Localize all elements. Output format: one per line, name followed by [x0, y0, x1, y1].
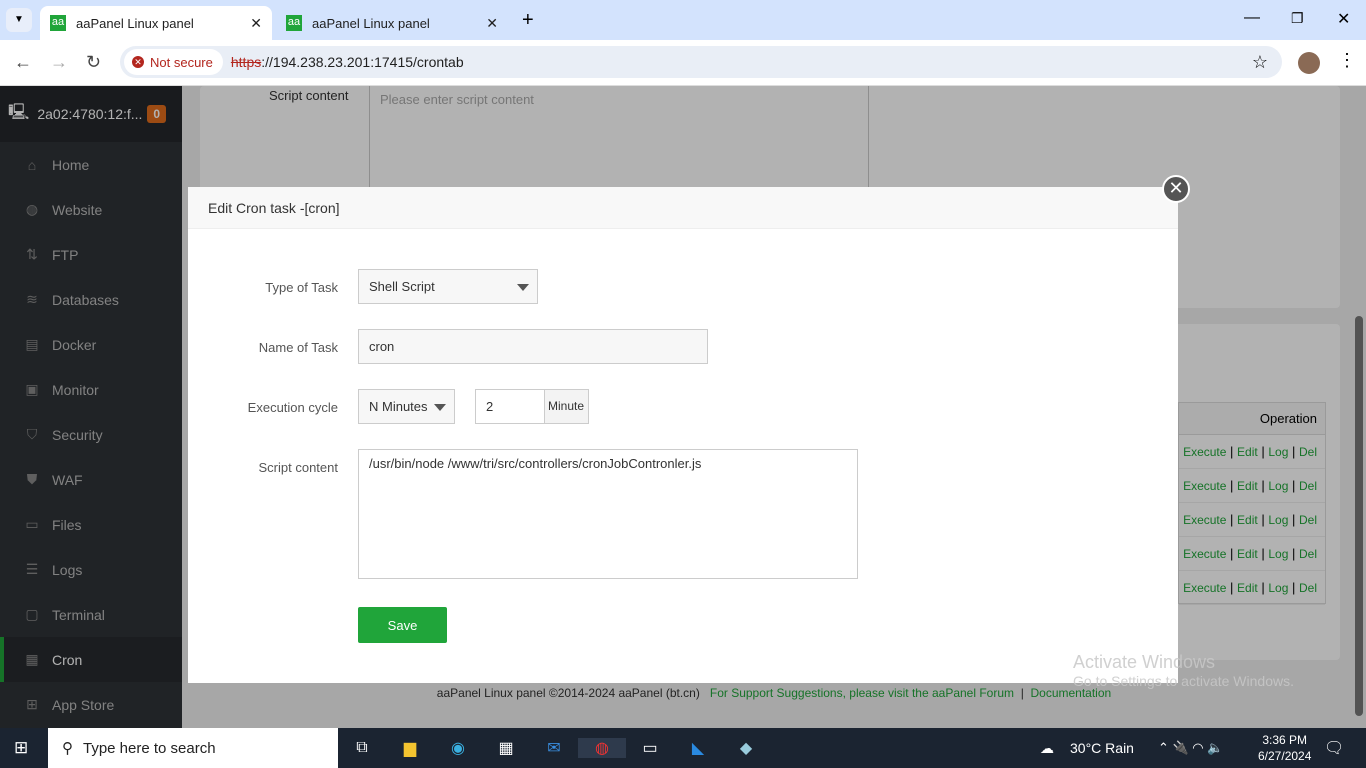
watermark-line2: Go to Settings to activate Windows. [1073, 673, 1294, 689]
activate-windows-watermark: Activate Windows Go to Settings to activa… [1073, 652, 1294, 689]
type-label: Type of Task [265, 280, 338, 295]
warning-icon: ✕ [132, 56, 144, 68]
weather-text[interactable]: 30°C Rain [1070, 740, 1134, 756]
window-close-icon[interactable]: ✕ [1337, 9, 1350, 29]
cycle-label: Execution cycle [247, 400, 338, 415]
date: 6/27/2024 [1258, 749, 1312, 763]
url-path: ://194.238.23.201:17415/crontab [261, 54, 464, 70]
search-icon: ⚲ [62, 740, 73, 757]
time: 3:36 PM [1262, 733, 1308, 747]
task-view-icon[interactable]: ⧉ [338, 739, 386, 757]
taskbar: ⊞ ⚲ Type here to search ⧉ ▆ ◉ ▦ ✉ ◍ ▭ ◣ ◆… [0, 728, 1366, 768]
aapanel-favicon: aa [50, 15, 66, 31]
reload-icon[interactable]: ↻ [86, 52, 101, 73]
bookmark-star-icon[interactable]: ☆ [1252, 52, 1268, 73]
tab-search-button[interactable]: ▼ [6, 8, 32, 32]
name-label: Name of Task [258, 340, 338, 355]
minute-input[interactable]: 2 [475, 389, 545, 424]
task-type-select[interactable]: Shell Script [358, 269, 538, 304]
tab-title: aaPanel Linux panel [76, 15, 194, 31]
close-modal-button[interactable]: ✕ [1162, 175, 1190, 203]
modal-title: Edit Cron task -[cron] [188, 187, 1178, 229]
task-name-input[interactable]: cron [358, 329, 708, 364]
weather-icon: ☁ [1040, 739, 1054, 756]
close-tab-icon[interactable]: ✕ [250, 15, 262, 32]
taskbar-search[interactable]: ⚲ Type here to search [48, 728, 338, 768]
notification-icon[interactable]: 🗨 [1324, 738, 1344, 758]
restore-icon[interactable]: ❐ [1291, 10, 1304, 27]
clock[interactable]: 3:36 PM 6/27/2024 [1258, 732, 1311, 764]
watermark-line1: Activate Windows [1073, 652, 1216, 672]
close-tab-icon[interactable]: ✕ [486, 15, 498, 32]
vscode-icon[interactable]: ◣ [674, 738, 722, 758]
edit-cron-modal: Edit Cron task -[cron] Type of Task Shel… [188, 187, 1178, 683]
chrome-icon[interactable]: ◍ [578, 738, 626, 758]
cycle-value: N Minutes [369, 399, 428, 414]
task-type-value: Shell Script [369, 279, 435, 294]
cycle-select[interactable]: N Minutes [358, 389, 455, 424]
tab-title: aaPanel Linux panel [312, 15, 430, 31]
aapanel-favicon: aa [286, 15, 302, 31]
url-scheme: https [230, 54, 262, 70]
tab-1[interactable]: aa aaPanel Linux panel ✕ [40, 6, 272, 40]
profile-avatar[interactable] [1298, 52, 1320, 74]
app-icon[interactable]: ◆ [722, 738, 770, 758]
menu-icon[interactable]: ⋮ [1338, 50, 1356, 71]
tab-2[interactable]: aa aaPanel Linux panel ✕ [276, 6, 508, 40]
store-icon[interactable]: ▦ [482, 738, 530, 758]
mail-icon[interactable]: ✉ [530, 738, 578, 758]
security-chip[interactable]: ✕ Not secure [124, 49, 223, 75]
chevron-down-icon [517, 284, 529, 291]
minimize-icon[interactable]: — [1244, 9, 1260, 27]
tray-icons[interactable]: ⌃ 🔌 ◠ 🔈 [1158, 740, 1223, 756]
forward-icon[interactable]: → [50, 52, 68, 73]
tab-bar: ▼ aa aaPanel Linux panel ✕ aa aaPanel Linux… [0, 0, 1366, 40]
script-content-label: Script content [258, 460, 339, 475]
script-content-textarea[interactable]: /usr/bin/node /www/tri/src/controllers/c… [358, 449, 858, 579]
terminal-app-icon[interactable]: ▭ [626, 738, 674, 758]
windows-start-icon[interactable]: ⊞ [14, 738, 28, 758]
security-label: Not secure [150, 54, 213, 70]
search-placeholder: Type here to search [83, 739, 216, 757]
url-text[interactable]: https://194.238.23.201:17415/crontab [231, 54, 464, 70]
url-bar[interactable]: ✕ Not secure https://194.238.23.201:17415… [120, 46, 1282, 78]
back-icon[interactable]: ← [14, 52, 32, 73]
save-button[interactable]: Save [358, 607, 447, 643]
minute-unit: Minute [544, 389, 589, 424]
address-bar-area: ← → ↻ ✕ Not secure https://194.238.23.201… [0, 40, 1366, 86]
chevron-down-icon [434, 404, 446, 411]
new-tab-icon[interactable]: + [522, 9, 534, 32]
file-explorer-icon[interactable]: ▆ [386, 738, 434, 758]
edge-icon[interactable]: ◉ [434, 738, 482, 758]
